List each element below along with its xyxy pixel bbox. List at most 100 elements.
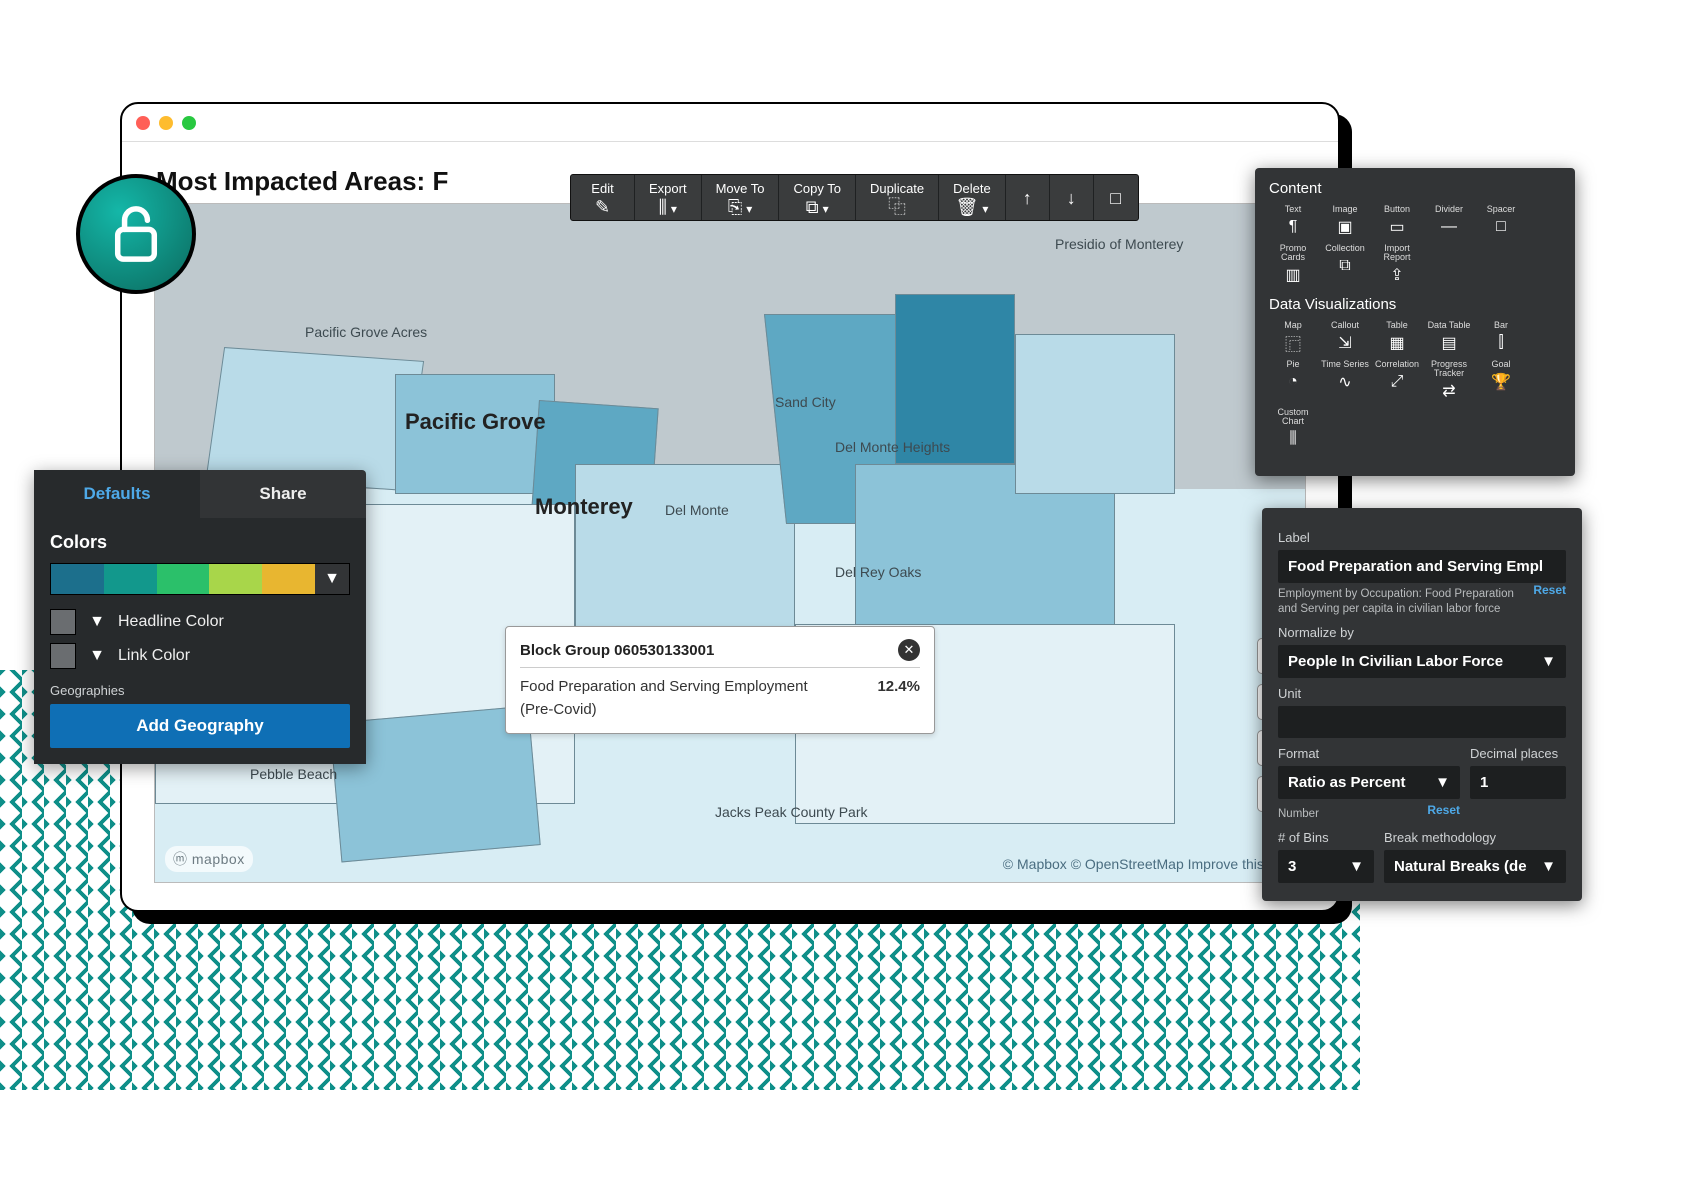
color-palette[interactable]: ▼ xyxy=(50,563,350,595)
label-reset-link[interactable]: Reset xyxy=(1533,583,1566,597)
tab-defaults[interactable]: Defaults xyxy=(34,470,200,518)
tooltip-value: 12.4% xyxy=(877,676,920,721)
viz-item-callout[interactable]: Callout⇲ xyxy=(1321,321,1369,354)
duplicate-button[interactable]: Duplicate⿻ xyxy=(856,175,939,220)
viz-item-goal[interactable]: Goal🏆 xyxy=(1477,360,1525,402)
unlock-badge xyxy=(76,174,196,294)
content-item-divider[interactable]: Divider— xyxy=(1425,205,1473,238)
format-select[interactable]: Ratio as Percent▼ xyxy=(1278,766,1460,799)
delete-button[interactable]: Delete🗑 xyxy=(939,175,1006,220)
map-tooltip: Block Group 060530133001 ✕ Food Preparat… xyxy=(505,626,935,734)
content-item-promo-cards[interactable]: Promo Cards▥ xyxy=(1269,244,1317,286)
normalize-select[interactable]: People In Civilian Labor Force▼ xyxy=(1278,645,1566,678)
bins-select[interactable]: 3▼ xyxy=(1278,850,1374,883)
swatch-3[interactable] xyxy=(209,564,262,594)
map-label-pga: Pacific Grove Acres xyxy=(305,324,427,340)
swatch-2[interactable] xyxy=(157,564,210,594)
decimal-label: Decimal places xyxy=(1470,746,1566,761)
button-icon: ▭ xyxy=(1383,216,1411,238)
callout-icon: ⇲ xyxy=(1331,332,1359,354)
tooltip-metric-label: Food Preparation and Serving Employment … xyxy=(520,676,820,721)
break-method-label: Break methodology xyxy=(1384,830,1566,845)
copy-icon: ⧉ xyxy=(806,198,829,216)
link-color-label: Link Color xyxy=(118,647,190,665)
promo-cards-icon: ▥ xyxy=(1279,264,1307,286)
link-color-swatch[interactable] xyxy=(50,643,76,669)
move-down-button[interactable]: ↓ xyxy=(1050,175,1094,220)
viz-item-bar[interactable]: Bar⫿ xyxy=(1477,321,1525,354)
move-to-button[interactable]: Move To⎘ xyxy=(702,175,780,220)
image-icon: ▣ xyxy=(1331,216,1359,238)
map-attribution[interactable]: © Mapbox © OpenStreetMap Improve this ma… xyxy=(1003,856,1295,872)
chevron-down-icon: ▼ xyxy=(1349,858,1364,875)
format-sub-label: Number xyxy=(1278,807,1319,822)
break-method-select[interactable]: Natural Breaks (de▼ xyxy=(1384,850,1566,883)
duplicate-icon: ⿻ xyxy=(888,198,906,216)
text-icon: ¶ xyxy=(1279,216,1307,238)
window-close-dot[interactable] xyxy=(136,116,150,130)
viz-item-pie[interactable]: Pie◔ xyxy=(1269,360,1317,402)
content-library-panel: Content Text¶Image▣Button▭Divider—Spacer… xyxy=(1255,168,1575,476)
viz-item-map[interactable]: Map⿸ xyxy=(1269,321,1317,354)
label-field-label: Label xyxy=(1278,530,1566,545)
decimal-input[interactable]: 1 xyxy=(1470,766,1566,799)
add-geography-button[interactable]: Add Geography xyxy=(50,704,350,748)
swatch-1[interactable] xyxy=(104,564,157,594)
map-label-presidio: Presidio of Monterey xyxy=(1055,236,1183,252)
trash-icon: 🗑 xyxy=(956,198,989,216)
viz-item-progress-tracker[interactable]: Progress Tracker⇄ xyxy=(1425,360,1473,402)
content-item-spacer[interactable]: Spacer□ xyxy=(1477,205,1525,238)
swatch-4[interactable] xyxy=(262,564,315,594)
headline-color-row[interactable]: ▼ Headline Color xyxy=(50,609,350,635)
import-report-icon: ⇪ xyxy=(1383,264,1411,286)
collection-icon: ⧉ xyxy=(1331,255,1359,277)
spacer-icon: □ xyxy=(1487,216,1515,238)
map-icon: ⿸ xyxy=(1279,332,1307,354)
data-table-icon: ▤ xyxy=(1435,332,1463,354)
copy-to-button[interactable]: Copy To⧉ xyxy=(779,175,855,220)
unlock-icon xyxy=(108,202,164,266)
chevron-down-icon: ▼ xyxy=(1541,858,1556,875)
format-label: Format xyxy=(1278,746,1460,761)
indicator-settings-panel: Label Food Preparation and Serving Empl … xyxy=(1262,508,1582,901)
content-item-import-report[interactable]: Import Report⇪ xyxy=(1373,244,1421,286)
swatch-0[interactable] xyxy=(51,564,104,594)
arrow-up-icon: ↑ xyxy=(1023,189,1032,207)
move-icon: ⎘ xyxy=(728,198,752,216)
chevron-down-icon[interactable]: ▼ xyxy=(86,645,108,667)
window-titlebar xyxy=(122,104,1338,142)
format-reset-link[interactable]: Reset xyxy=(1427,803,1460,822)
link-color-row[interactable]: ▼ Link Color xyxy=(50,643,350,669)
chevron-down-icon: ▼ xyxy=(1541,653,1556,670)
maximize-button[interactable]: □ xyxy=(1094,175,1138,220)
square-icon: □ xyxy=(1110,189,1121,207)
content-item-text[interactable]: Text¶ xyxy=(1269,205,1317,238)
viz-item-correlation[interactable]: Correlation⤢ xyxy=(1373,360,1421,402)
unit-input[interactable] xyxy=(1278,706,1566,738)
pie-icon: ◔ xyxy=(1279,371,1307,393)
label-input[interactable]: Food Preparation and Serving Empl xyxy=(1278,550,1566,583)
headline-color-swatch[interactable] xyxy=(50,609,76,635)
palette-dropdown-icon[interactable]: ▼ xyxy=(315,564,349,594)
correlation-icon: ⤢ xyxy=(1383,371,1411,393)
tooltip-title: Block Group 060530133001 xyxy=(520,642,714,659)
window-min-dot[interactable] xyxy=(159,116,173,130)
chevron-down-icon[interactable]: ▼ xyxy=(86,611,108,633)
viz-item-table[interactable]: Table▦ xyxy=(1373,321,1421,354)
arrow-down-icon: ↓ xyxy=(1067,189,1076,207)
window-max-dot[interactable] xyxy=(182,116,196,130)
export-button[interactable]: Export⫼ xyxy=(635,175,702,220)
divider-icon: — xyxy=(1435,216,1463,238)
viz-item-data-table[interactable]: Data Table▤ xyxy=(1425,321,1473,354)
edit-button[interactable]: Edit✎ xyxy=(571,175,635,220)
content-item-button[interactable]: Button▭ xyxy=(1373,205,1421,238)
content-item-collection[interactable]: Collection⧉ xyxy=(1321,244,1369,286)
tooltip-close-icon[interactable]: ✕ xyxy=(898,639,920,661)
content-item-image[interactable]: Image▣ xyxy=(1321,205,1369,238)
normalize-label: Normalize by xyxy=(1278,625,1566,640)
viz-item-time-series[interactable]: Time Series∿ xyxy=(1321,360,1369,402)
tab-share[interactable]: Share xyxy=(200,470,366,518)
viz-item-custom-chart[interactable]: Custom Chart⫼ xyxy=(1269,408,1317,450)
geographies-label: Geographies xyxy=(50,683,350,698)
move-up-button[interactable]: ↑ xyxy=(1006,175,1050,220)
